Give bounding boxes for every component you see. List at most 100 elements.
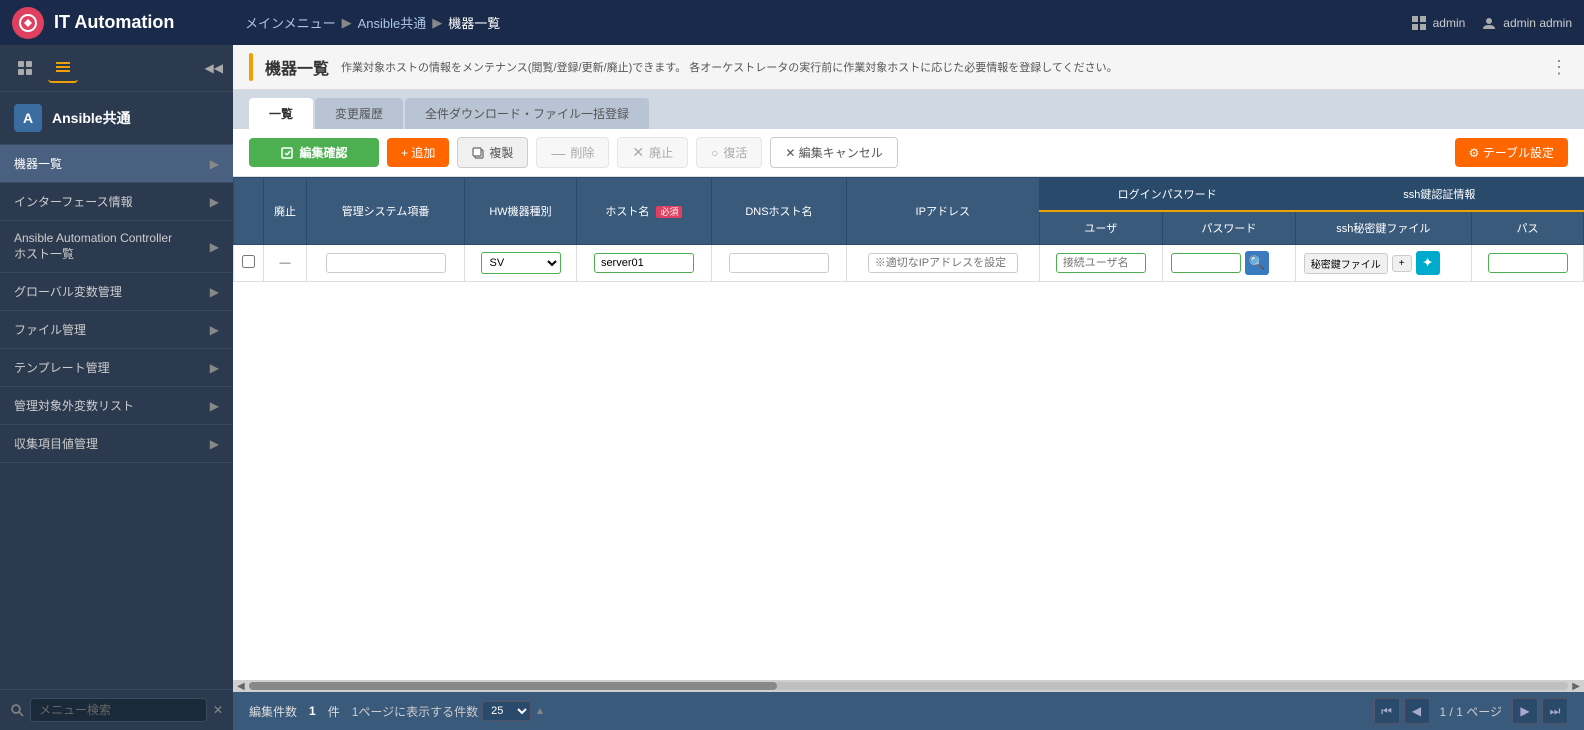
restore-button[interactable]: ○ 復活 — [696, 137, 762, 168]
delete-button[interactable]: — 削除 — [536, 137, 609, 168]
scroll-right-btn[interactable]: ▶ — [1572, 681, 1580, 692]
more-options-btn[interactable]: ⋮ — [1550, 57, 1568, 78]
password-input[interactable] — [1171, 253, 1241, 273]
hostname-input[interactable] — [594, 253, 694, 273]
search-clear-btn[interactable]: ✕ — [213, 703, 223, 717]
password-area: 🔍 — [1171, 251, 1287, 275]
first-page-btn[interactable]: ⏮ — [1374, 698, 1400, 724]
ip-address-header: IPアドレス — [846, 178, 1039, 245]
table-container[interactable]: 廃止 管理システム項番 HW機器種別 ホスト名 必須 — [233, 177, 1584, 680]
pagination: ⏮ ◀ 1 / 1 ページ ▶ ⏭ — [1374, 698, 1568, 724]
row-checkbox[interactable] — [242, 255, 255, 268]
sidebar: ◀◀ A Ansible共通 機器一覧 ▶ インターフェース情報 ▶ Ansib… — [0, 45, 233, 730]
passphrase-header: パス — [1472, 211, 1584, 245]
sidebar-collapse-btn[interactable]: ◀◀ — [205, 61, 223, 75]
scroll-left-btn[interactable]: ◀ — [237, 681, 245, 692]
sidebar-item-label: ファイル管理 — [14, 321, 86, 338]
ssh-group-header: ssh鍵認証情報 — [1295, 178, 1583, 212]
toolbar: 編集確認 + 追加 複製 — 削除 ✕ 廃止 ○ 復 — [233, 129, 1584, 177]
sidebar-item-label: テンプレート管理 — [14, 359, 110, 376]
tabs: 一覧 変更履歴 全件ダウンロード・ファイル一括登録 — [233, 90, 1584, 129]
discard-cell: — — [264, 245, 307, 282]
password-search-btn[interactable]: 🔍 — [1245, 251, 1269, 275]
dns-hostname-input[interactable] — [729, 253, 829, 273]
grid-view-btn[interactable] — [10, 53, 40, 83]
table-settings-button[interactable]: ⚙ テーブル設定 — [1455, 138, 1568, 167]
list-view-btn[interactable] — [48, 53, 78, 83]
sidebar-item-interfaces[interactable]: インターフェース情報 ▶ — [0, 183, 233, 221]
sidebar-item-collected-items[interactable]: 収集項目値管理 ▶ — [0, 425, 233, 463]
sidebar-item-aac-hosts[interactable]: Ansible Automation Controllerホスト一覧 ▶ — [0, 221, 233, 273]
copy-icon — [472, 147, 484, 159]
logo-icon — [12, 7, 44, 39]
per-page-select[interactable]: 25 50 100 — [482, 701, 531, 721]
horizontal-scrollbar[interactable]: ◀ ▶ — [233, 680, 1584, 692]
passphrase-input[interactable] — [1488, 253, 1568, 273]
ip-address-input[interactable] — [868, 253, 1018, 273]
breadcrumb: メインメニュー ▶ Ansible共通 ▶ 機器一覧 — [245, 13, 1411, 32]
ip-address-cell — [846, 245, 1039, 282]
user-input[interactable] — [1056, 253, 1146, 273]
sidebar-item-templates[interactable]: テンプレート管理 ▶ — [0, 349, 233, 387]
breadcrumb-ansible[interactable]: Ansible共通 — [358, 13, 427, 32]
hw-type-header: HW機器種別 — [465, 178, 577, 245]
last-page-btn[interactable]: ⏭ — [1542, 698, 1568, 724]
tab-list[interactable]: 一覧 — [249, 98, 313, 129]
sidebar-search: ✕ — [0, 689, 233, 730]
next-page-btn[interactable]: ▶ — [1512, 698, 1538, 724]
add-button[interactable]: + 追加 — [387, 138, 449, 167]
page-indicator — [249, 53, 253, 81]
app-title: IT Automation — [54, 12, 174, 33]
admin-menu-icon[interactable]: admin — [1411, 15, 1466, 31]
user-profile[interactable]: admin admin — [1481, 15, 1572, 31]
data-table: 廃止 管理システム項番 HW機器種別 ホスト名 必須 — [233, 177, 1584, 282]
table-row: — SV — [234, 245, 1584, 282]
page-header: 機器一覧 作業対象ホストの情報をメンテナンス(閲覧/登録/更新/廃止)できます。… — [233, 45, 1584, 90]
password-cell: 🔍 — [1163, 245, 1296, 282]
search-icon — [10, 703, 24, 717]
cancel-button[interactable]: ✕ 編集キャンセル — [770, 137, 897, 168]
chevron-right-icon: ▶ — [210, 157, 219, 171]
header-right: admin admin admin — [1411, 15, 1572, 31]
sidebar-item-global-vars[interactable]: グローバル変数管理 ▶ — [0, 273, 233, 311]
edit-confirm-button[interactable]: 編集確認 — [249, 138, 379, 167]
sidebar-item-files[interactable]: ファイル管理 ▶ — [0, 311, 233, 349]
tab-download[interactable]: 全件ダウンロード・ファイル一括登録 — [405, 98, 649, 129]
sidebar-item-excluded-vars[interactable]: 管理対象外変数リスト ▶ — [0, 387, 233, 425]
management-no-header: 管理システム項番 — [307, 178, 465, 245]
sidebar-item-label: 管理対象外変数リスト — [14, 397, 134, 414]
menu-search-input[interactable] — [30, 698, 207, 722]
sidebar-brand-name: Ansible共通 — [52, 108, 131, 128]
management-no-cell — [307, 245, 465, 282]
scroll-track[interactable] — [249, 682, 1569, 690]
row-checkbox-cell[interactable] — [234, 245, 264, 282]
edit-count-unit: 件 — [328, 703, 340, 720]
tab-history[interactable]: 変更履歴 — [315, 98, 403, 129]
login-password-group-header: ログインパスワード — [1039, 178, 1295, 212]
bottom-bar: 編集件数 1 件 1ページに表示する件数 25 50 100 ▲ ⏮ ◀ 1 /… — [233, 692, 1584, 730]
ssh-key-info-btn[interactable]: ✦ — [1416, 251, 1440, 275]
discard-header: 廃止 — [264, 178, 307, 245]
chevron-right-icon: ▶ — [210, 361, 219, 375]
dns-hostname-cell — [711, 245, 846, 282]
management-no-input[interactable] — [326, 253, 446, 273]
chevron-right-icon: ▶ — [210, 399, 219, 413]
prev-page-btn[interactable]: ◀ — [1404, 698, 1430, 724]
ssh-key-add-btn[interactable]: + — [1392, 255, 1412, 272]
select-all-header — [234, 178, 264, 245]
ssh-key-cell: 秘密鍵ファイル + ✦ — [1295, 245, 1471, 282]
sidebar-item-label: 収集項目値管理 — [14, 435, 98, 452]
main-layout: ◀◀ A Ansible共通 機器一覧 ▶ インターフェース情報 ▶ Ansib… — [0, 45, 1584, 730]
grid-icon — [1411, 15, 1427, 31]
hw-type-select[interactable]: SV — [481, 252, 561, 274]
discard-button[interactable]: ✕ 廃止 — [617, 137, 688, 168]
copy-button[interactable]: 複製 — [457, 137, 528, 168]
breadcrumb-mainmenu[interactable]: メインメニュー — [245, 13, 336, 32]
hostname-cell — [576, 245, 711, 282]
per-page-label: 1ページに表示する件数 — [352, 703, 478, 720]
ssh-key-file-header: ssh秘密鍵ファイル — [1295, 211, 1471, 245]
dns-hostname-header: DNSホスト名 — [711, 178, 846, 245]
sidebar-item-machines[interactable]: 機器一覧 ▶ — [0, 145, 233, 183]
scroll-thumb[interactable] — [249, 682, 777, 690]
sidebar-top-controls: ◀◀ — [0, 45, 233, 92]
